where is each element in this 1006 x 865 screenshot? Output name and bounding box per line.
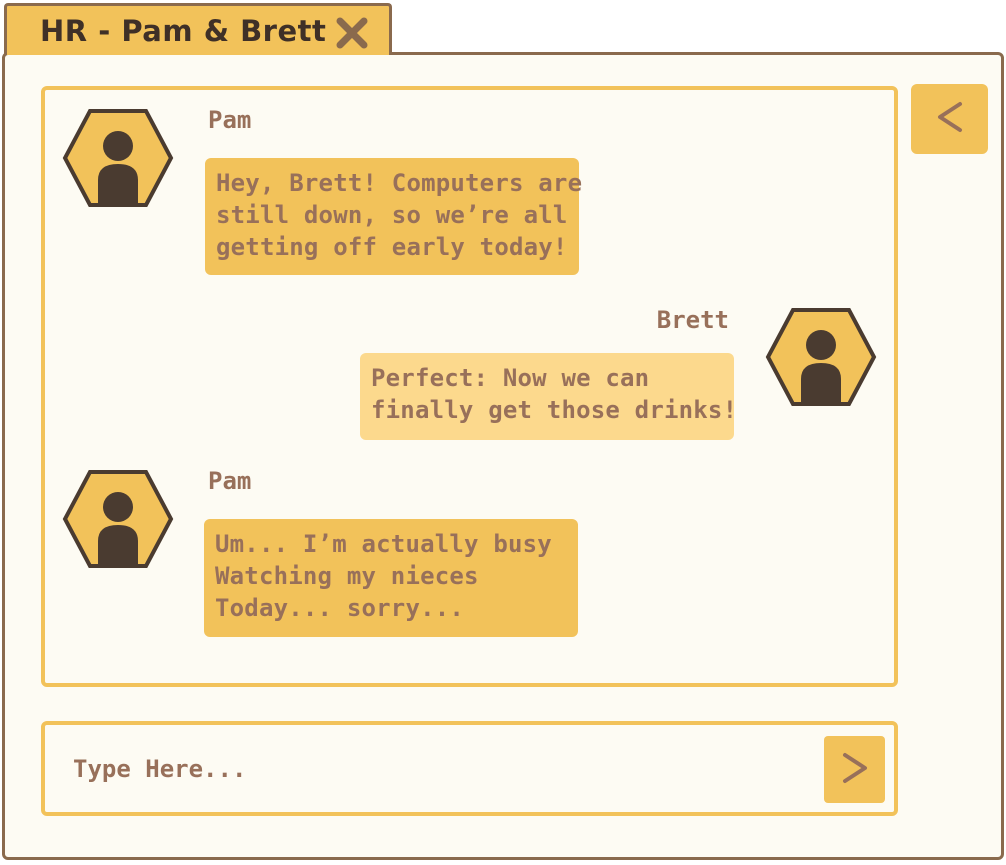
window-tab[interactable]: HR - Pam & Brett — [4, 3, 392, 55]
avatar-pam — [62, 469, 174, 569]
user-icon — [765, 308, 877, 406]
message-line: getting off early today! — [216, 233, 568, 261]
message-line: Hey, Brett! Computers are — [216, 169, 583, 197]
close-icon[interactable] — [335, 16, 369, 50]
sender-name: Pam — [208, 467, 252, 495]
chevron-right-icon — [840, 751, 870, 789]
message-bubble: Hey, Brett! Computers are still down, so… — [205, 158, 583, 275]
window-title: HR - Pam & Brett — [40, 14, 327, 48]
send-button[interactable] — [824, 736, 885, 803]
user-icon — [62, 109, 174, 207]
message-line: Watching my nieces — [215, 562, 479, 590]
user-icon — [62, 470, 174, 568]
message-bubble: Um... I’m actually busy Watching my niec… — [204, 519, 578, 637]
back-button[interactable] — [911, 84, 988, 154]
message-bubble: Perfect: Now we can finally get those dr… — [360, 353, 738, 440]
sender-name: Pam — [208, 106, 252, 134]
message-line: still down, so we’re all — [216, 201, 568, 229]
avatar-pam — [62, 108, 174, 208]
message-line: finally get those drinks! — [371, 396, 738, 424]
message-line: Um... I’m actually busy — [215, 530, 552, 558]
message-input[interactable] — [73, 743, 813, 795]
avatar-brett — [765, 307, 877, 407]
message-composer — [41, 721, 898, 816]
sender-name: Brett — [656, 306, 729, 334]
message-line: Today... sorry... — [215, 594, 465, 622]
message-line: Perfect: Now we can — [371, 364, 650, 392]
chevron-left-icon — [935, 100, 965, 138]
